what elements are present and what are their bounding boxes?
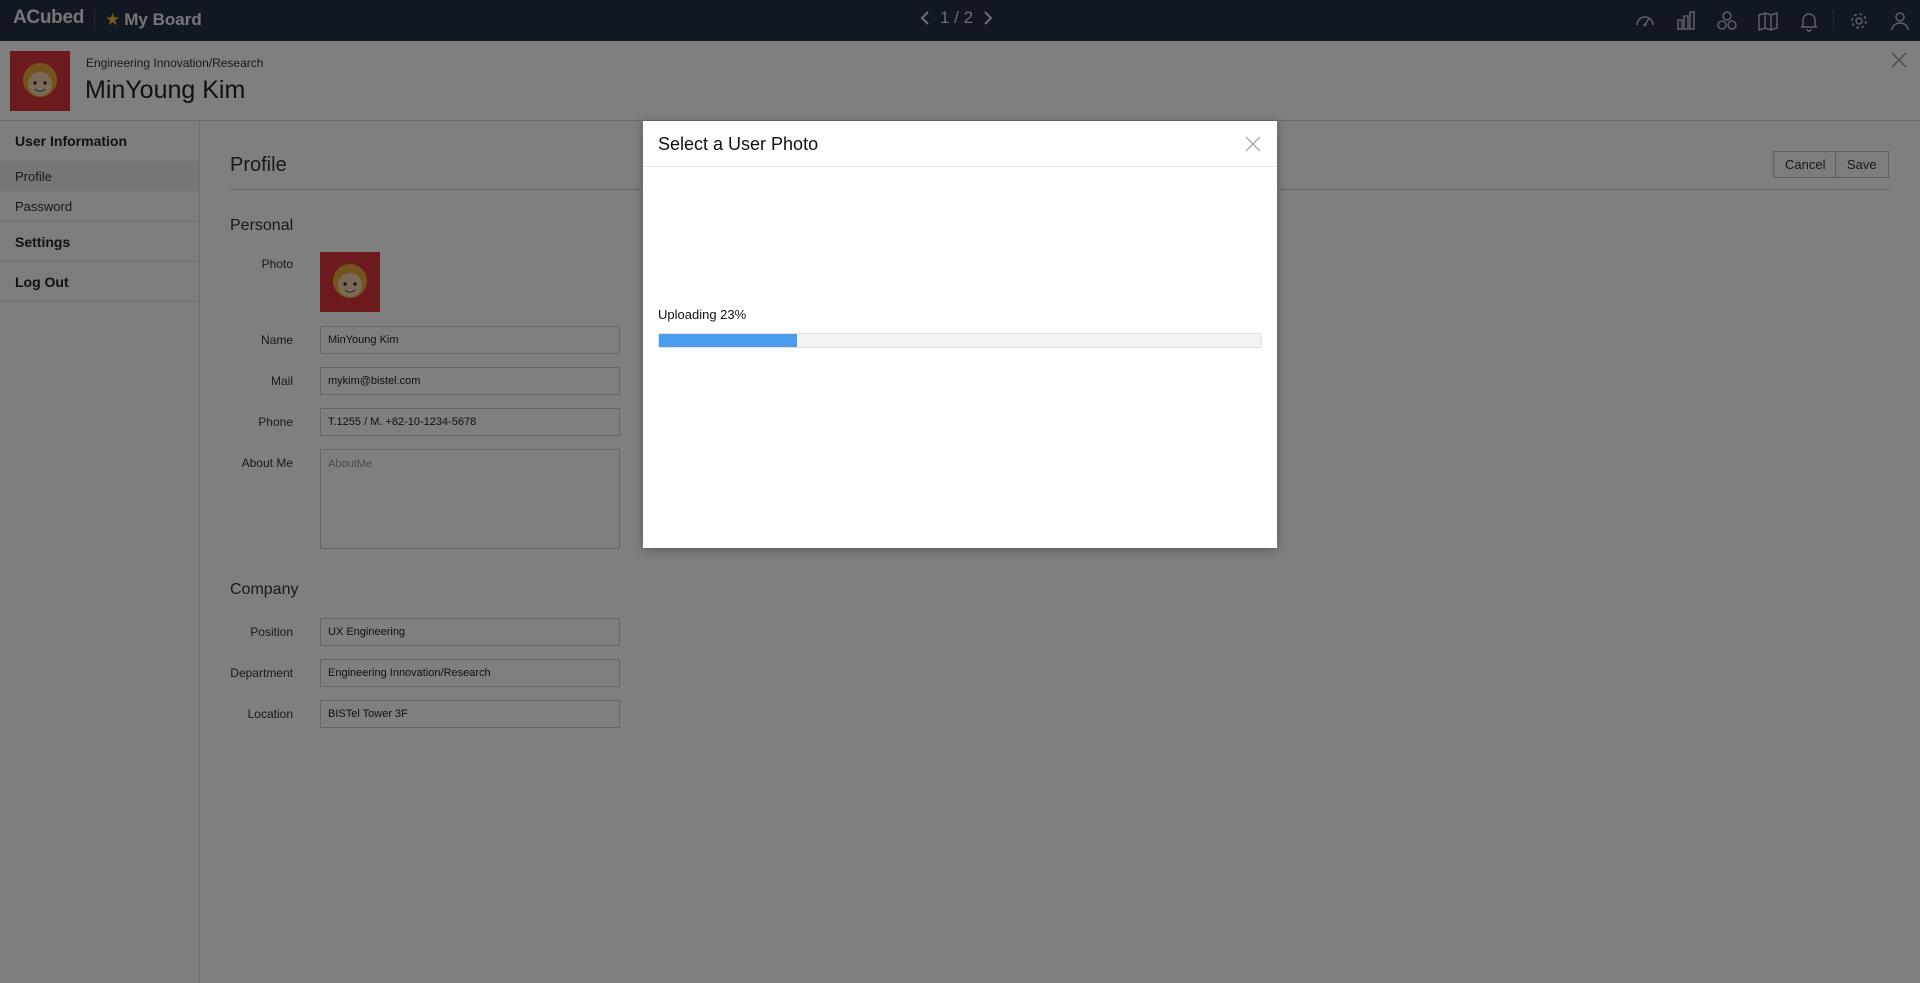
dialog-title: Select a User Photo (658, 134, 819, 154)
upload-progress-fill (659, 334, 798, 347)
dialog-header: Select a User Photo (643, 121, 1277, 167)
close-icon[interactable] (1245, 136, 1261, 157)
upload-progress-bar (658, 333, 1262, 348)
select-user-photo-dialog: Select a User Photo Uploading 23% (643, 121, 1277, 548)
upload-status: Uploading 23% (658, 307, 747, 322)
